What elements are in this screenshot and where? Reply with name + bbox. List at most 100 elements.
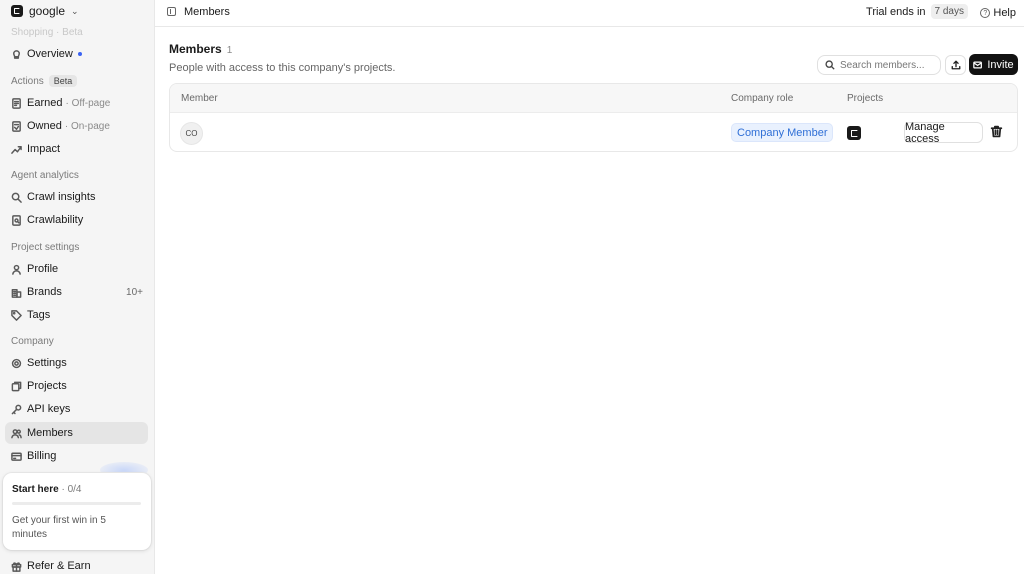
section-label: Project settings <box>11 242 80 253</box>
brands-count: 10+ <box>126 286 143 298</box>
start-here-title: Start here · 0/4 <box>12 484 142 495</box>
table-row: CO Company Member Manage access <box>170 113 1017 151</box>
delete-member-button[interactable] <box>990 125 1003 138</box>
bulb-icon <box>11 49 22 60</box>
manage-access-button[interactable]: Manage access <box>904 121 983 145</box>
sidebar-toggle-icon[interactable] <box>167 7 176 16</box>
beta-badge: Beta <box>48 75 78 87</box>
members-table: Member Company role Projects CO Company … <box>169 83 1018 152</box>
sidebar-item-settings[interactable]: Settings <box>5 352 148 374</box>
sidebar-item-label: API keys <box>27 403 71 415</box>
sidebar-item-label: Profile <box>27 263 59 275</box>
folders-icon <box>11 381 22 392</box>
start-here-count: · 0/4 <box>61 484 82 495</box>
gear-icon <box>11 358 22 369</box>
section-label: Actions <box>11 75 44 87</box>
sidebar: google ⌄ Shopping · Beta Overview Action… <box>0 0 155 574</box>
building-icon <box>11 287 22 298</box>
trial-indicator[interactable]: Trial ends in 7 days <box>866 4 968 19</box>
sidebar-item-label: Crawl insights <box>27 191 96 203</box>
document-icon <box>11 97 22 109</box>
sidebar-item-label: Billing <box>27 450 57 462</box>
sidebar-item-label: Owned <box>27 120 62 132</box>
sidebar-item-label: Tags <box>27 309 51 321</box>
invite-label: Invite <box>987 58 1014 71</box>
section-label: Company <box>11 336 54 347</box>
ghost-label: Shopping · Beta <box>11 27 83 38</box>
upload-icon <box>951 60 960 70</box>
workspace-logo-icon <box>11 5 23 17</box>
sidebar-item-label: Refer & Earn <box>27 560 91 572</box>
start-here-description: Get your first win in 5 minutes <box>12 515 106 540</box>
column-header-role: Company role <box>731 93 794 104</box>
section-company: Company <box>11 336 54 347</box>
sidebar-item-owned[interactable]: Owned · On-page <box>5 115 148 137</box>
sidebar-item-members[interactable]: Members <box>5 422 148 444</box>
gift-icon <box>11 561 22 572</box>
sidebar-item-label: Impact <box>27 143 61 155</box>
user-icon <box>11 264 22 275</box>
sidebar-item-overview[interactable]: Overview <box>5 43 148 65</box>
notification-dot <box>77 52 82 56</box>
trial-label: Trial ends in <box>866 5 926 18</box>
sidebar-item-tags[interactable]: Tags <box>5 304 148 326</box>
members-count: 1 <box>226 45 233 56</box>
sidebar-item-api-keys[interactable]: API keys <box>5 398 148 420</box>
trash-icon <box>990 125 1003 138</box>
document-search-icon <box>11 214 22 226</box>
help-button[interactable]: ? Help <box>980 4 1016 22</box>
page-header: Members 1 <box>169 42 232 56</box>
tag-icon <box>11 309 22 321</box>
avatar: CO <box>180 122 203 145</box>
sidebar-item-refer-earn[interactable]: Refer & Earn <box>5 555 148 574</box>
search-icon <box>825 60 835 70</box>
sidebar-item-label: Projects <box>27 380 67 392</box>
breadcrumb-title: Members <box>184 6 230 18</box>
page-title: Members <box>169 42 222 56</box>
role-badge[interactable]: Company Member <box>731 123 834 142</box>
search-input[interactable] <box>840 59 935 71</box>
search-box[interactable] <box>817 55 941 75</box>
export-button[interactable] <box>945 55 966 75</box>
sidebar-item-crawlability[interactable]: Crawlability <box>5 209 148 231</box>
start-here-card[interactable]: Start here · 0/4 Get your first win in 5… <box>3 473 151 550</box>
section-label: Agent analytics <box>11 170 79 181</box>
section-actions: Actions Beta <box>11 75 78 87</box>
chevron-down-icon: ⌄ <box>71 5 79 16</box>
project-logo-icon <box>847 126 861 140</box>
sidebar-item-brands[interactable]: Brands 10+ <box>5 281 148 303</box>
sidebar-item-crawl-insights[interactable]: Crawl insights <box>5 186 148 208</box>
section-project-settings: Project settings <box>11 242 79 253</box>
key-icon <box>11 404 22 415</box>
invite-button[interactable]: Invite <box>969 54 1018 75</box>
search-icon <box>11 192 22 203</box>
workspace-switcher[interactable]: google ⌄ <box>11 4 79 18</box>
sidebar-item-label: Earned <box>27 97 63 109</box>
sidebar-item-label: Overview <box>27 48 73 60</box>
sidebar-item-label: Crawlability <box>27 214 84 226</box>
mail-plus-icon <box>973 60 983 69</box>
start-here-progress-bar <box>12 502 141 505</box>
sidebar-item-profile[interactable]: Profile <box>5 258 148 280</box>
column-header-member: Member <box>181 93 218 104</box>
section-agent-analytics: Agent analytics <box>11 170 79 181</box>
sidebar-item-label: Brands <box>27 286 62 298</box>
sidebar-item-sublabel: · On-page <box>64 120 110 132</box>
sidebar-item-label: Settings <box>27 357 67 369</box>
topbar: Members Trial ends in 7 days ? Help <box>155 0 1024 27</box>
start-here-label: Start here <box>12 484 59 495</box>
column-header-projects: Projects <box>847 93 884 104</box>
sidebar-item-impact[interactable]: Impact <box>5 138 148 160</box>
trend-icon <box>11 144 22 155</box>
workspace-name: google <box>29 4 66 18</box>
users-icon <box>11 428 22 439</box>
credit-card-icon <box>11 451 22 462</box>
sidebar-item-label: Members <box>27 427 73 439</box>
sidebar-item-projects[interactable]: Projects <box>5 375 148 397</box>
table-header: Member Company role Projects <box>170 84 1017 113</box>
sidebar-item-earned[interactable]: Earned · Off-page <box>5 92 148 114</box>
sidebar-item-sublabel: · Off-page <box>65 97 111 109</box>
help-label: Help <box>993 7 1016 19</box>
trial-days-badge: 7 days <box>930 4 968 19</box>
question-circle-icon: ? <box>980 8 991 18</box>
